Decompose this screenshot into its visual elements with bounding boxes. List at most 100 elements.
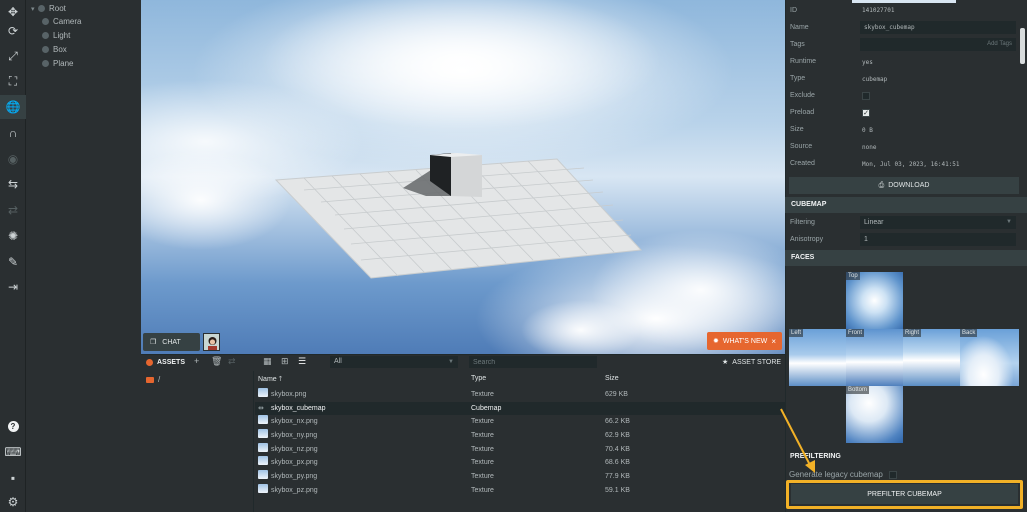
avatar-image <box>204 334 219 350</box>
left-toolbar: ✥ ⟳ ⤢ ⛶ 🌐 ∩ ◉ ⇆ ⇄ ✺ ✎ ⇥ ? ⌨ ▪ ⚙ <box>0 0 26 512</box>
name-label: Name <box>790 24 809 31</box>
settings-icon[interactable]: ⚙ <box>0 490 26 512</box>
table-row[interactable]: skybox_px.png Texture 68.6 KB <box>255 456 785 469</box>
asset-preview <box>852 0 956 3</box>
face-front[interactable] <box>846 329 903 386</box>
assets-toolbar <box>141 354 785 370</box>
type-value: cubemap <box>862 76 888 83</box>
table-row[interactable]: skybox_nx.png Texture 66.2 KB <box>255 415 785 428</box>
tree-item-light[interactable]: Light <box>42 29 70 42</box>
code-editor-icon[interactable]: ✎ <box>0 250 26 274</box>
tree-item-box[interactable]: Box <box>42 43 67 56</box>
folder-icon <box>146 376 154 383</box>
asset-store-button[interactable]: ★ ASSET STORE <box>722 355 781 369</box>
download-icon: ⎙ <box>878 181 885 189</box>
add-asset-icon[interactable]: + <box>194 356 199 366</box>
texture-thumbnail <box>258 388 268 397</box>
texture-thumbnail <box>258 429 268 438</box>
redo-icon[interactable]: ⇄ <box>0 198 26 222</box>
faces-section-header[interactable]: FACES <box>785 250 1027 266</box>
face-back[interactable] <box>960 329 1019 386</box>
resize-icon[interactable]: ⛶ <box>0 69 26 93</box>
sort-arrow-icon: 🡑 <box>278 376 283 383</box>
grid-large-icon[interactable]: ▦ <box>263 356 272 367</box>
box-front <box>451 153 482 197</box>
tree-item-plane[interactable]: Plane <box>42 57 73 70</box>
undo-icon[interactable]: ⇆ <box>0 172 26 196</box>
entity-icon <box>38 5 45 12</box>
table-row[interactable]: skybox_pz.png Texture 59.1 KB <box>255 484 785 497</box>
face-right[interactable] <box>903 329 960 386</box>
help-icon[interactable]: ? <box>0 414 26 438</box>
exclude-label: Exclude <box>790 92 815 99</box>
texture-thumbnail <box>258 470 268 479</box>
cloud-shape <box>141 150 291 250</box>
prefiltering-section-header[interactable]: PREFILTERING <box>790 453 841 460</box>
filtering-select[interactable]: Linear ▼ <box>860 216 1016 229</box>
legacy-cubemap-checkbox[interactable] <box>889 471 897 479</box>
exclude-checkbox[interactable] <box>862 92 870 100</box>
asset-type-filter[interactable]: All ▼ <box>330 356 458 368</box>
entity-icon <box>42 32 49 39</box>
prefilter-cubemap-button[interactable]: PREFILTER CUBEMAP <box>791 484 1018 504</box>
inspector-scrollbar[interactable] <box>1020 28 1025 64</box>
tags-input[interactable]: Add Tags <box>860 38 1016 51</box>
scene-viewport[interactable] <box>141 0 785 354</box>
id-value: 141027701 <box>862 7 895 14</box>
anisotropy-label: Anisotropy <box>790 236 824 243</box>
face-left[interactable] <box>789 329 846 386</box>
column-header-size[interactable]: Size <box>605 375 619 382</box>
anisotropy-field[interactable]: 1 <box>860 233 1016 246</box>
preload-checkbox[interactable]: ✓ <box>862 109 870 117</box>
face-bottom[interactable] <box>846 386 903 443</box>
launch-icon[interactable]: ⇥ <box>0 275 26 299</box>
cubemap-icon: ⇹ <box>258 405 264 412</box>
cubemap-section-header[interactable]: CUBEMAP <box>785 197 1027 213</box>
tree-item-camera[interactable]: Camera <box>42 15 81 28</box>
whats-new-button[interactable]: ✹ WHAT'S NEW × <box>707 332 782 350</box>
table-row[interactable]: ⇹ skybox_cubemap Cubemap <box>255 402 785 415</box>
delete-icon[interactable]: 🗑 <box>211 356 222 367</box>
source-value: none <box>862 144 877 151</box>
keyboard-icon[interactable]: ⌨ <box>0 440 26 464</box>
name-field[interactable]: skybox_cubemap <box>860 21 1016 34</box>
close-icon[interactable]: × <box>771 337 776 346</box>
lightbulb-icon[interactable]: ✺ <box>0 224 26 248</box>
scale-icon[interactable]: ⤢ <box>0 44 26 68</box>
download-button[interactable]: ⎙ DOWNLOAD <box>789 177 1019 194</box>
avatar[interactable] <box>203 333 220 351</box>
chevron-down-icon: ▼ <box>1006 219 1012 225</box>
entity-icon <box>42 60 49 67</box>
preload-label: Preload <box>790 109 815 116</box>
folder-root[interactable]: / <box>146 375 160 384</box>
rotate-icon[interactable]: ⟳ <box>0 19 26 43</box>
cloud-shape <box>261 0 661 130</box>
eye-icon[interactable]: ◉ <box>0 147 26 171</box>
tree-item-root[interactable]: ▾ Root <box>31 2 66 15</box>
tags-label: Tags <box>790 41 805 48</box>
lightbulb-icon: ✹ <box>713 338 719 345</box>
grid-small-icon[interactable]: ⊞ <box>281 356 289 367</box>
chat-bubble-icon[interactable]: ▪ <box>0 466 26 490</box>
texture-thumbnail <box>258 443 268 452</box>
type-label: Type <box>790 75 806 82</box>
move-icon[interactable]: ⇄ <box>228 356 236 367</box>
hierarchy-panel: ▾ Root Camera Light Box Plane <box>27 0 141 512</box>
face-label-bottom: Bottom <box>846 386 870 394</box>
table-row[interactable]: skybox_py.png Texture 77.9 KB <box>255 470 785 483</box>
world-icon[interactable]: 🌐 <box>0 95 26 119</box>
chat-button[interactable]: ❐ CHAT <box>143 333 200 351</box>
list-view-icon[interactable]: ☰ <box>298 356 306 367</box>
table-row[interactable]: skybox_ny.png Texture 62.9 KB <box>255 429 785 442</box>
star-icon: ★ <box>722 359 729 366</box>
table-row[interactable]: skybox_nz.png Texture 70.4 KB <box>255 443 785 456</box>
entity-icon <box>42 18 49 25</box>
search-input[interactable] <box>469 356 597 368</box>
texture-thumbnail <box>258 415 268 424</box>
table-row[interactable]: skybox.png Texture 629 KB <box>255 388 785 401</box>
column-header-name[interactable]: Name 🡑 <box>258 375 282 386</box>
expand-caret-icon[interactable]: ▾ <box>31 3 38 16</box>
magnet-icon[interactable]: ∩ <box>0 121 26 145</box>
column-header-type[interactable]: Type <box>471 375 486 382</box>
face-top[interactable] <box>846 272 903 329</box>
